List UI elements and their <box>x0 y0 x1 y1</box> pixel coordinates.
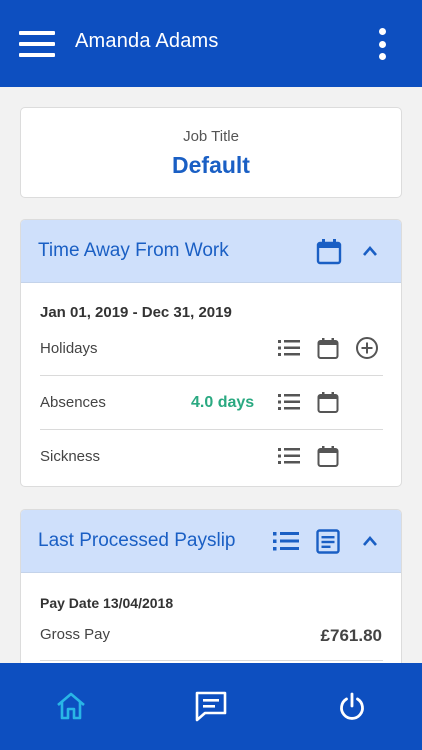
time-away-title: Time Away From Work <box>38 240 229 261</box>
messages-icon[interactable] <box>194 690 228 722</box>
home-icon[interactable] <box>56 691 86 721</box>
gross-pay-value: £761.80 <box>320 626 382 645</box>
absences-label: Absences <box>40 394 106 411</box>
sickness-label: Sickness <box>40 448 101 465</box>
list-icon[interactable] <box>273 531 299 552</box>
row-divider <box>40 375 383 376</box>
list-icon[interactable] <box>278 339 300 357</box>
list-icon[interactable] <box>278 393 300 411</box>
main-content[interactable]: Job Title Default Time Away From Work Ja… <box>0 87 422 663</box>
add-circle-icon[interactable] <box>355 336 379 360</box>
document-icon[interactable] <box>316 529 340 554</box>
payslip-header[interactable]: Last Processed Payslip <box>21 510 401 573</box>
bottom-nav <box>0 663 422 750</box>
more-vertical-icon[interactable] <box>374 28 390 60</box>
time-away-header[interactable]: Time Away From Work <box>21 220 401 283</box>
row-divider <box>40 660 383 661</box>
app-header: Amanda Adams <box>0 0 422 87</box>
list-icon[interactable] <box>278 447 300 465</box>
power-icon[interactable] <box>338 692 366 721</box>
holidays-label: Holidays <box>40 340 98 357</box>
job-title-card: Job Title Default <box>20 107 402 198</box>
job-title-label: Job Title <box>183 128 239 145</box>
payslip-card: Last Processed Payslip Pay Date 13/04/20… <box>20 509 402 663</box>
pay-date: Pay Date 13/04/2018 <box>40 595 174 611</box>
page-title: Amanda Adams <box>75 30 219 52</box>
row-divider <box>40 429 383 430</box>
chevron-up-icon[interactable] <box>362 535 378 547</box>
hamburger-menu-icon[interactable] <box>19 31 55 57</box>
calendar-icon[interactable] <box>316 238 342 265</box>
calendar-icon[interactable] <box>317 391 339 414</box>
absences-value: 4.0 days <box>191 394 255 411</box>
gross-pay-label: Gross Pay <box>40 626 111 643</box>
period-range: Jan 01, 2019 - Dec 31, 2019 <box>40 304 232 321</box>
job-title-value: Default <box>172 152 250 178</box>
payslip-title: Last Processed Payslip <box>38 530 236 551</box>
calendar-icon[interactable] <box>317 445 339 468</box>
time-away-card: Time Away From Work Jan 01, 2019 - Dec 3… <box>20 219 402 487</box>
calendar-icon[interactable] <box>317 337 339 360</box>
chevron-up-icon[interactable] <box>362 245 378 257</box>
